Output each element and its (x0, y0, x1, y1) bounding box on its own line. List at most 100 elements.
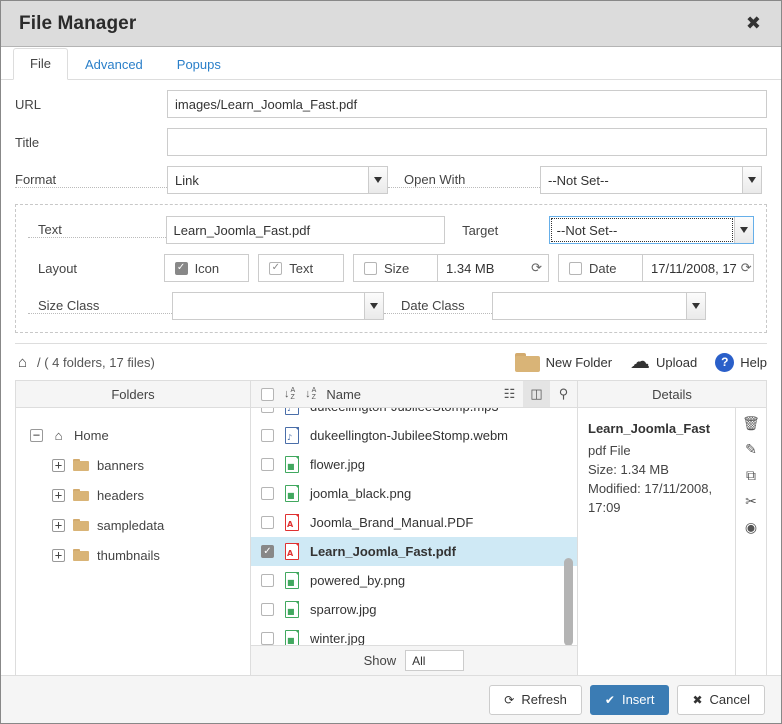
scrollbar-thumb[interactable] (564, 558, 573, 645)
tab-advanced[interactable]: Advanced (68, 49, 160, 80)
size-class-select[interactable] (172, 292, 384, 320)
tree-node-headers[interactable]: + headers (16, 480, 250, 510)
insert-button[interactable]: ✔ Insert (590, 685, 670, 715)
show-filter-bar: Show All (251, 645, 577, 675)
list-item[interactable]: ✓ A Joomla_Brand_Manual.PDF (251, 508, 577, 537)
tree-node-banners[interactable]: + banners (16, 450, 250, 480)
row-checkbox-checked[interactable]: ✓ (261, 545, 274, 558)
row-checkbox[interactable]: ✓ (261, 603, 274, 616)
title-input[interactable] (167, 128, 767, 156)
checkbox-unchecked-icon: ✓ (364, 262, 377, 275)
text-input[interactable] (166, 216, 446, 244)
date-class-select[interactable] (492, 292, 706, 320)
browser-toolbar: New Folder ☁ Upload ? Help (515, 353, 767, 372)
layout-row: Layout ✓ Icon ✓ Text ✓ Size 1.34 MB (28, 254, 754, 282)
close-icon[interactable]: ✖ (742, 13, 765, 35)
layout-text-checkbox[interactable]: ✓ Text (258, 254, 344, 282)
delete-icon[interactable]: 🗑 (742, 417, 760, 431)
title-row: Title (15, 128, 767, 156)
url-input[interactable] (167, 90, 767, 118)
format-row: Format Link Open With --Not Set-- (15, 166, 767, 194)
home-icon[interactable]: ⌂ (15, 354, 30, 371)
help-icon: ? (715, 353, 734, 372)
refresh-label: Refresh (521, 692, 567, 707)
file-name: Learn_Joomla_Fast.pdf (310, 544, 456, 559)
list-item[interactable]: ✓ ■ winter.jpg (251, 624, 577, 645)
layout-icon-checkbox[interactable]: ✓ Icon (164, 254, 250, 282)
list-item[interactable]: ✓ ■ sparrow.jpg (251, 595, 577, 624)
expand-icon[interactable]: + (52, 489, 65, 502)
list-item[interactable]: ✓ ♪ dukeellington-JubileeStomp.mp3 (251, 408, 577, 421)
row-checkbox[interactable]: ✓ (261, 487, 274, 500)
upload-button[interactable]: ☁ Upload (630, 355, 697, 370)
cut-icon[interactable]: ✂ (745, 495, 757, 509)
row-checkbox[interactable]: ✓ (261, 632, 274, 645)
refresh-icon: ⟳ (504, 693, 514, 707)
chevron-down-icon (686, 293, 705, 319)
home-icon: ⌂ (51, 428, 66, 443)
folder-icon (73, 549, 89, 561)
expand-icon[interactable]: + (52, 519, 65, 532)
row-checkbox[interactable]: ✓ (261, 429, 274, 442)
format-label: Format (15, 172, 167, 188)
checkbox-checked-icon: ✓ (175, 262, 188, 275)
open-with-select[interactable]: --Not Set-- (540, 166, 762, 194)
tree-node-home[interactable]: − ⌂ Home (16, 420, 250, 450)
tree-node-thumbnails[interactable]: + thumbnails (16, 540, 250, 570)
new-folder-button[interactable]: New Folder (515, 353, 612, 372)
split-view-icon[interactable]: ◫ (523, 381, 550, 407)
grid-view-icon[interactable]: ☷ (496, 381, 523, 407)
copy-icon[interactable]: ⧉ (746, 469, 756, 483)
file-list-scrollbar[interactable] (564, 408, 573, 645)
image-file-icon: ■ (285, 601, 299, 618)
tab-file[interactable]: File (13, 48, 68, 80)
folder-tree: − ⌂ Home + banners + headers (16, 408, 250, 675)
cancel-button[interactable]: ✖ Cancel (677, 685, 765, 715)
row-checkbox[interactable]: ✓ (261, 408, 274, 413)
refresh-icon[interactable]: ⟳ (741, 260, 752, 276)
breadcrumb-path: / ( 4 folders, 17 files) (37, 355, 155, 370)
file-name: dukeellington-JubileeStomp.webm (310, 428, 508, 443)
cancel-label: Cancel (710, 692, 750, 707)
list-item[interactable]: ✓ ■ powered_by.png (251, 566, 577, 595)
url-row: URL (15, 90, 767, 118)
date-value-field[interactable]: 17/11/2008, 17 ⟳ (643, 254, 754, 282)
list-item[interactable]: ✓ ■ flower.jpg (251, 450, 577, 479)
layout-date-checkbox[interactable]: ✓ Date (558, 254, 643, 282)
date-value: 17/11/2008, 17 (651, 261, 737, 276)
format-select[interactable]: Link (167, 166, 388, 194)
row-checkbox[interactable]: ✓ (261, 458, 274, 471)
sort-descending-icon[interactable]: ↓ A Z (284, 387, 295, 401)
refresh-icon[interactable]: ⟳ (531, 260, 542, 276)
size-value-field[interactable]: 1.34 MB ⟳ (438, 254, 549, 282)
details-header: Details (578, 381, 766, 408)
expand-icon[interactable]: + (52, 459, 65, 472)
open-with-label: Open With (388, 172, 540, 188)
edit-icon[interactable]: ✎ (745, 443, 757, 457)
help-button[interactable]: ? Help (715, 353, 767, 372)
sort-ascending-icon[interactable]: ↓ A Z (305, 387, 316, 401)
list-item-selected[interactable]: ✓ A Learn_Joomla_Fast.pdf (251, 537, 577, 566)
collapse-icon[interactable]: − (30, 429, 43, 442)
show-select[interactable]: All (405, 650, 464, 671)
select-all-checkbox[interactable]: ✓ (261, 388, 274, 401)
search-icon[interactable]: ⚲ (550, 381, 577, 407)
folders-header: Folders (16, 381, 250, 408)
file-list[interactable]: ✓ ♪ dukeellington-JubileeStomp.mp3 ✓ ♪ (251, 408, 577, 645)
refresh-button[interactable]: ⟳ Refresh (489, 685, 582, 715)
tree-node-sampledata[interactable]: + sampledata (16, 510, 250, 540)
row-checkbox[interactable]: ✓ (261, 574, 274, 587)
tab-bar: File Advanced Popups (1, 47, 781, 80)
row-checkbox[interactable]: ✓ (261, 516, 274, 529)
target-select[interactable]: --Not Set-- (549, 216, 754, 244)
preview-icon[interactable]: ◉ (745, 521, 757, 535)
list-item[interactable]: ✓ ■ joomla_black.png (251, 479, 577, 508)
name-column-header[interactable]: Name (326, 387, 361, 402)
tab-popups[interactable]: Popups (160, 49, 238, 80)
sort-a-label: A (291, 387, 296, 394)
tree-node-label: Home (74, 428, 109, 443)
expand-icon[interactable]: + (52, 549, 65, 562)
sort-az-icon: A Z (291, 387, 296, 401)
list-item[interactable]: ✓ ♪ dukeellington-JubileeStomp.webm (251, 421, 577, 450)
layout-size-checkbox[interactable]: ✓ Size (353, 254, 438, 282)
